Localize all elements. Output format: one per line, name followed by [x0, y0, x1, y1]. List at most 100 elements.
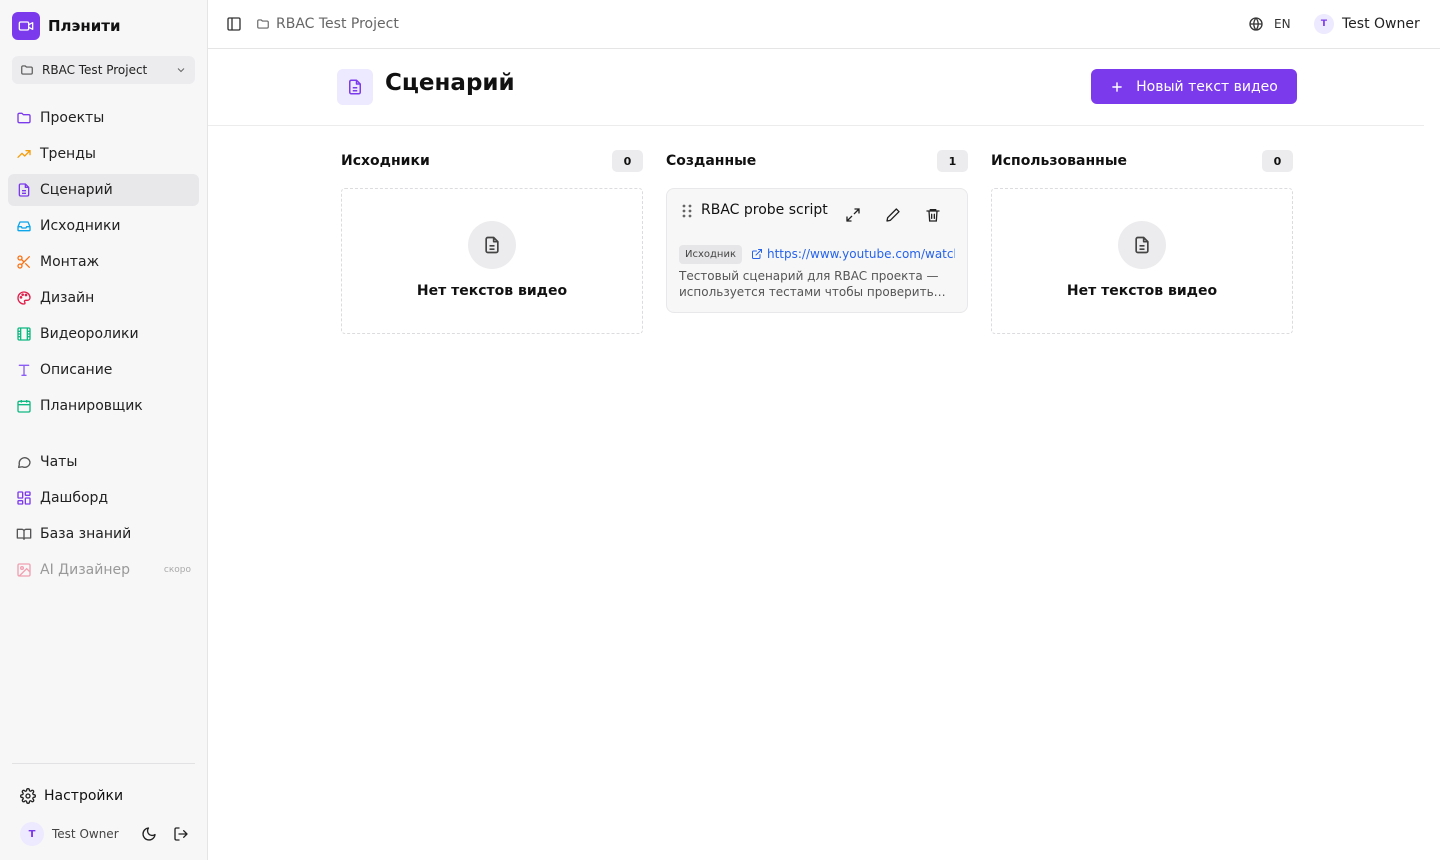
topbar: RBAC Test Project EN T Test Owner — [208, 0, 1440, 49]
card-actions — [845, 207, 941, 223]
sidebar-item-label: AI Дизайнер — [40, 562, 130, 578]
page-title: Сценарий — [385, 70, 515, 96]
sidebar-toggle-icon[interactable] — [226, 16, 242, 32]
sidebar-item-dashboard[interactable]: Дашборд — [8, 482, 199, 514]
sidebar-item-label: Чаты — [40, 454, 78, 470]
plus-icon — [1110, 80, 1124, 94]
gear-icon — [20, 788, 36, 804]
project-select[interactable]: RBAC Test Project — [12, 56, 195, 84]
column-created: Созданные 1 RBAC probe script Исходник h… — [666, 148, 968, 313]
document-icon — [16, 182, 32, 198]
source-link[interactable]: https://www.youtube.com/watch — [751, 247, 955, 261]
soon-badge: скоро — [163, 565, 191, 575]
scissors-icon — [16, 254, 32, 270]
dashboard-icon — [16, 490, 32, 506]
count-badge: 1 — [937, 150, 968, 172]
main-nav: Проекты Тренды Сценарий Исходники Монтаж… — [8, 102, 199, 426]
folder-icon — [20, 63, 34, 77]
film-icon — [16, 326, 32, 342]
column-header: Использованные 0 — [991, 148, 1293, 174]
column-sources: Исходники 0 Нет текстов видео — [341, 148, 643, 334]
image-icon — [16, 562, 32, 578]
script-card[interactable]: RBAC probe script Исходник https://www.y… — [666, 188, 968, 313]
language-label: EN — [1274, 17, 1291, 31]
sidebar-item-planner[interactable]: Планировщик — [8, 390, 199, 422]
expand-icon[interactable] — [845, 207, 861, 223]
column-title: Исходники — [341, 153, 430, 169]
source-tag: Исходник — [679, 245, 743, 264]
empty-text: Нет текстов видео — [1066, 283, 1218, 299]
sidebar-item-design[interactable]: Дизайн — [8, 282, 199, 314]
breadcrumb[interactable]: RBAC Test Project — [256, 14, 399, 34]
sidebar-item-label: Сценарий — [40, 182, 113, 198]
sidebar: Плэнити RBAC Test Project Проекты Тренды… — [0, 0, 208, 860]
avatar[interactable]: T — [20, 822, 44, 846]
settings-button[interactable]: Настройки — [12, 780, 195, 812]
sidebar-user: T Test Owner — [20, 822, 189, 846]
sidebar-item-label: Дизайн — [40, 290, 95, 306]
page-header: Сценарий Новый текст видео — [208, 49, 1424, 126]
sidebar-item-label: Планировщик — [40, 398, 143, 414]
card-title: RBAC probe script — [701, 202, 828, 218]
user-menu[interactable]: T Test Owner — [1314, 13, 1420, 35]
video-camera-icon — [12, 12, 40, 40]
secondary-nav: Чаты Дашборд База знаний AI Дизайнер ско… — [8, 446, 199, 590]
sidebar-item-trends[interactable]: Тренды — [8, 138, 199, 170]
card-description: Тестовый сценарий для RBAC проекта — исп… — [679, 269, 946, 299]
text-icon — [16, 362, 32, 378]
sidebar-item-chats[interactable]: Чаты — [8, 446, 199, 478]
document-icon — [468, 221, 516, 269]
column-title: Созданные — [666, 153, 757, 169]
trash-icon[interactable] — [925, 207, 941, 223]
user-name: Test Owner — [1342, 16, 1420, 32]
source-link-url: https://www.youtube.com/watch — [767, 247, 955, 261]
drag-handle-icon[interactable] — [681, 203, 693, 219]
sidebar-item-knowledge-base[interactable]: База знаний — [8, 518, 199, 550]
new-button-label: Новый текст видео — [1136, 78, 1278, 95]
settings-label: Настройки — [44, 788, 124, 804]
sidebar-user-name: Test Owner — [52, 827, 119, 841]
brand-name: Плэнити — [48, 17, 121, 35]
sidebar-item-label: Исходники — [40, 218, 121, 234]
sidebar-item-script[interactable]: Сценарий — [8, 174, 199, 206]
sidebar-item-description[interactable]: Описание — [8, 354, 199, 386]
column-header: Созданные 1 — [666, 148, 968, 174]
avatar: T — [1314, 14, 1334, 34]
document-icon — [337, 69, 373, 105]
count-badge: 0 — [1262, 150, 1293, 172]
logout-icon[interactable] — [173, 826, 189, 842]
column-header: Исходники 0 — [341, 148, 643, 174]
sidebar-item-editing[interactable]: Монтаж — [8, 246, 199, 278]
empty-state: Нет текстов видео — [991, 188, 1293, 334]
edit-icon[interactable] — [885, 207, 901, 223]
folder-icon — [256, 17, 270, 31]
sidebar-item-sources[interactable]: Исходники — [8, 210, 199, 242]
external-link-icon — [751, 248, 763, 260]
sidebar-item-label: Монтаж — [40, 254, 100, 270]
palette-icon — [16, 290, 32, 306]
sidebar-divider — [12, 763, 195, 764]
sidebar-item-ai-designer[interactable]: AI Дизайнер скоро — [8, 554, 199, 586]
moon-icon[interactable] — [141, 826, 157, 842]
breadcrumb-label: RBAC Test Project — [276, 16, 399, 32]
column-title: Использованные — [991, 153, 1127, 169]
sidebar-item-videos[interactable]: Видеоролики — [8, 318, 199, 350]
language-switch[interactable]: EN — [1248, 14, 1291, 34]
count-badge: 0 — [612, 150, 643, 172]
sidebar-item-label: Проекты — [40, 110, 105, 126]
brand[interactable]: Плэнити — [12, 12, 121, 40]
chevron-down-icon — [175, 64, 187, 76]
chat-icon — [16, 454, 32, 470]
inbox-icon — [16, 218, 32, 234]
sidebar-item-label: Тренды — [40, 146, 96, 162]
document-icon — [1118, 221, 1166, 269]
empty-state: Нет текстов видео — [341, 188, 643, 334]
empty-text: Нет текстов видео — [416, 283, 568, 299]
folder-icon — [16, 110, 32, 126]
project-select-label: RBAC Test Project — [42, 63, 148, 77]
sidebar-item-label: Описание — [40, 362, 113, 378]
new-video-text-button[interactable]: Новый текст видео — [1091, 69, 1297, 104]
sidebar-item-projects[interactable]: Проекты — [8, 102, 199, 134]
column-used: Использованные 0 Нет текстов видео — [991, 148, 1293, 334]
globe-icon — [1248, 16, 1264, 32]
